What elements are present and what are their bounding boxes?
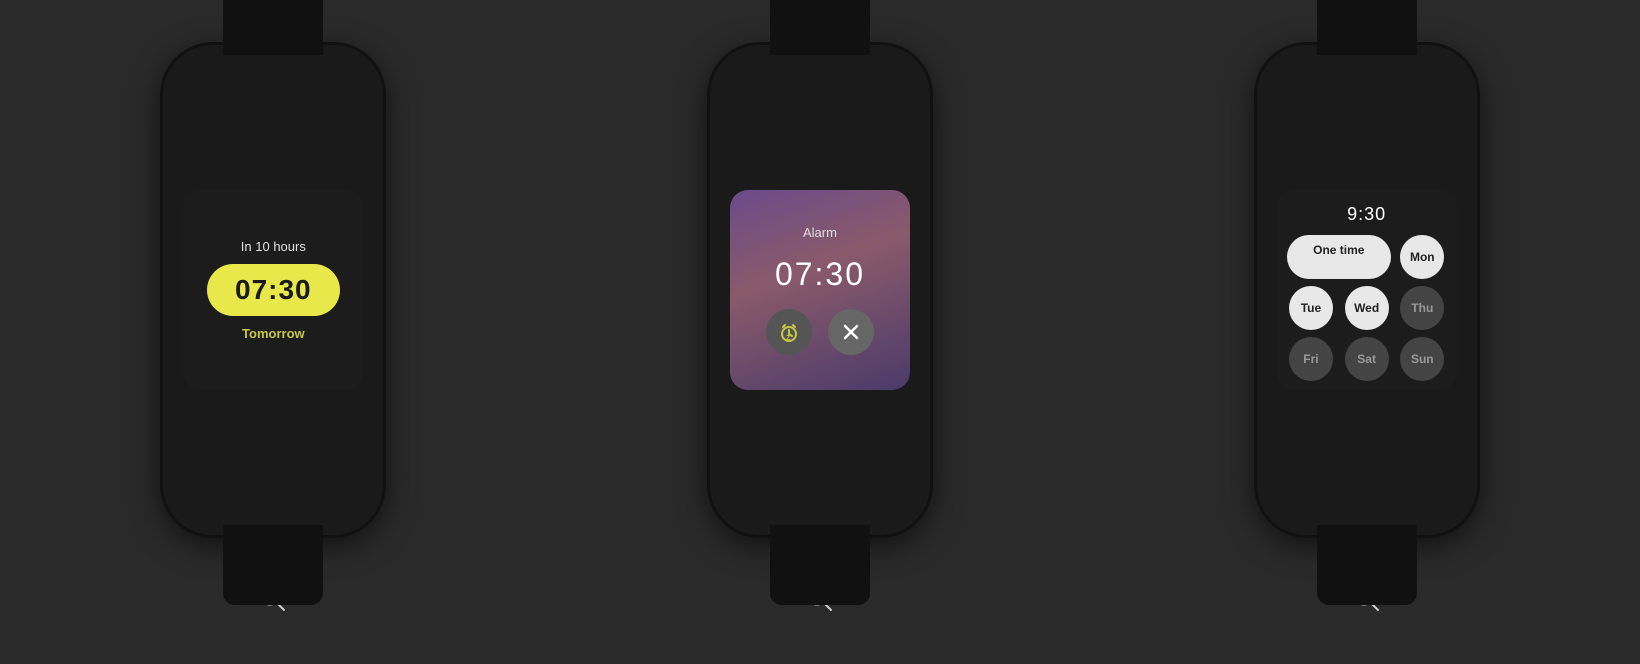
watch-3-time: 9:30 [1347,204,1386,225]
day-tue[interactable]: Tue [1289,286,1333,330]
dismiss-button[interactable] [828,309,874,355]
day-sat[interactable]: Sat [1345,337,1389,381]
watch-1-body: In 10 hours 07:30 Tomorrow [163,45,383,535]
alarm-buttons: Z [766,309,874,355]
watch-3-body: 9:30 One time Mon Tue Wed Thu Fri Sat Su… [1257,45,1477,535]
watch-2-screen: Alarm 07:30 Z [730,190,910,390]
watch-1-container: In 10 hours 07:30 Tomorrow [163,45,383,620]
one-time-button[interactable]: One time [1287,235,1391,279]
day-thu[interactable]: Thu [1400,286,1444,330]
time-pill: 07:30 [207,264,340,316]
watch-1-screen: In 10 hours 07:30 Tomorrow [183,190,363,390]
day-grid: One time Mon Tue Wed Thu Fri Sat Sun [1287,235,1447,381]
watch-2-container: Alarm 07:30 Z [710,45,930,620]
day-mon[interactable]: Mon [1400,235,1444,279]
watch-2-time: 07:30 [775,256,865,293]
alarm-label: Alarm [803,225,837,240]
snooze-button[interactable]: Z [766,309,812,355]
watch-1-time: 07:30 [235,274,312,306]
svg-text:Z: Z [786,335,791,342]
day-fri[interactable]: Fri [1289,337,1333,381]
watch-3-container: 9:30 One time Mon Tue Wed Thu Fri Sat Su… [1257,45,1477,620]
day-label: Tomorrow [242,326,305,341]
day-wed[interactable]: Wed [1345,286,1389,330]
watch-2-body: Alarm 07:30 Z [710,45,930,535]
day-sun[interactable]: Sun [1400,337,1444,381]
in-hours-label: In 10 hours [241,239,306,254]
watch-3-screen: 9:30 One time Mon Tue Wed Thu Fri Sat Su… [1277,190,1457,390]
